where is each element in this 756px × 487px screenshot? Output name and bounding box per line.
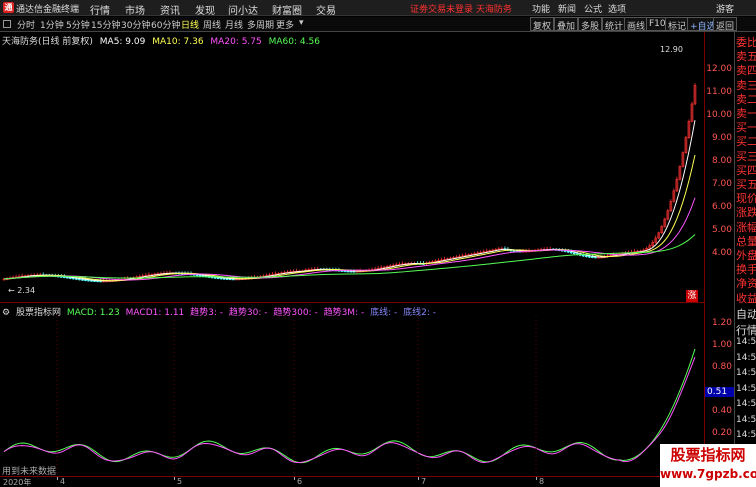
tick-time: 14:56	[736, 383, 756, 394]
candle-body	[591, 256, 594, 259]
multi-stock-button[interactable]: 多股	[578, 17, 603, 32]
mark-button[interactable]: 标记	[665, 17, 690, 32]
menu-newsfeed[interactable]: 新闻	[558, 2, 576, 15]
indicator-tick: 0.80	[711, 362, 732, 372]
tick-time: 14:56	[736, 368, 756, 378]
ma20-line	[3, 197, 696, 281]
ma10-line	[3, 154, 696, 282]
title-bar: 通 通达信金融终端 行情 市场 资讯 发现 问小达 财富圈 交易 证劵交易未登录…	[0, 0, 756, 17]
tick-time: 14:56	[736, 399, 756, 409]
tab-multi-period[interactable]: 多周期	[247, 18, 274, 31]
candle-body	[585, 255, 588, 258]
price-tick: 11.00	[706, 87, 732, 97]
date-axis: 2020年 4 5 6 7 8	[0, 476, 704, 487]
candle-body	[572, 252, 576, 255]
indicator-tick: 0.40	[711, 406, 732, 416]
tab-15min[interactable]: 15分钟	[91, 18, 120, 31]
candle-body	[566, 250, 570, 253]
price-tick: 10.00	[706, 110, 732, 120]
draw-line-button[interactable]: 画线	[624, 17, 649, 32]
menu-quotes[interactable]: 行情	[90, 2, 110, 17]
tab-weekly[interactable]: 周线	[203, 18, 221, 31]
tab-1min[interactable]: 1分钟	[40, 18, 64, 31]
menu-trade[interactable]: 交易	[316, 2, 336, 17]
month-label: 5	[177, 477, 183, 486]
month-tick	[174, 477, 175, 480]
quote-side-panel: 委比 卖五 卖四 卖三 卖二 卖一 买一 买二 买三 买四 买五 现价 涨跌 涨幅 总量 外盘 换手 净资 收益 自…	[734, 32, 756, 487]
tab-intraday[interactable]: 分时	[17, 18, 35, 31]
panel-divider[interactable]	[0, 302, 704, 303]
menu-ask[interactable]: 问小达	[228, 2, 258, 17]
period-toolbar: 分时 1分钟 5分钟 15分钟 30分钟 60分钟 日线 周线 月线 多周期 更…	[0, 17, 756, 32]
price-tick: 6.00	[711, 202, 732, 212]
menu-function[interactable]: 功能	[532, 2, 550, 15]
app-title: 通达信金融终端	[16, 5, 80, 15]
macd-line	[3, 348, 696, 464]
menu-guest[interactable]: 游客	[716, 2, 734, 15]
tab-more[interactable]: 更多	[276, 18, 294, 31]
indicator-tick: 0.20	[711, 428, 732, 438]
menu-discover[interactable]: 发现	[195, 2, 215, 17]
tab-monthly[interactable]: 月线	[225, 18, 243, 31]
watermark: 股票指标网 www.7gpzb.com	[660, 444, 756, 487]
month-label: 6	[297, 477, 303, 486]
year-label: 2020年	[3, 478, 32, 487]
adjust-button[interactable]: 复权	[530, 17, 555, 32]
side-quote-label: 收益	[736, 291, 756, 305]
month-label: 7	[421, 477, 427, 486]
indicator-chart[interactable]	[0, 316, 704, 476]
low-price-label: ← 2.34	[8, 286, 36, 295]
month-label: 4	[60, 477, 66, 486]
tick-time: 14:56	[736, 337, 756, 347]
auto-quote-label[interactable]: 自动	[736, 306, 756, 322]
indicator-tick: 1.00	[711, 340, 732, 350]
tick-time: 14:56	[736, 430, 756, 440]
month-tick	[294, 477, 295, 480]
candle-body	[569, 251, 573, 254]
tab-60min[interactable]: 60分钟	[151, 18, 180, 31]
price-tick: 5.00	[711, 225, 732, 235]
month-label: 8	[539, 477, 545, 486]
overlay-button[interactable]: 叠加	[554, 17, 579, 32]
month-tick	[418, 477, 419, 480]
candle-body	[512, 250, 516, 252]
stats-button[interactable]: 统计	[602, 17, 627, 32]
toggle-panel-icon[interactable]	[3, 20, 11, 28]
back-button[interactable]: 返回	[713, 17, 738, 32]
menu-market[interactable]: 市场	[125, 2, 145, 17]
price-chart[interactable]	[0, 44, 704, 302]
watermark-url: www.7gpzb.com	[660, 467, 756, 481]
chevron-down-icon[interactable]: ▾	[299, 18, 304, 28]
up-badge: 涨	[686, 290, 698, 302]
menu-options[interactable]: 选项	[608, 2, 626, 15]
app-logo-icon: 通	[3, 2, 14, 13]
auto-quote-label[interactable]: 行情	[736, 322, 756, 338]
price-tick: 9.00	[711, 133, 732, 143]
price-tick: 7.00	[711, 179, 732, 189]
high-price-label: 12.90	[660, 45, 683, 54]
tick-time: 14:56	[736, 414, 756, 425]
candle-body	[582, 254, 585, 257]
login-notice: 证劵交易未登录 天海防务	[410, 5, 512, 15]
indicator-current-value: 0.51	[705, 387, 735, 397]
price-axis: 12.00 11.00 10.00 9.00 8.00 7.00 6.00 5.…	[704, 32, 734, 302]
tab-5min[interactable]: 5分钟	[66, 18, 90, 31]
menu-news[interactable]: 资讯	[160, 2, 180, 17]
tab-daily[interactable]: 日线	[181, 18, 199, 31]
menu-wealth[interactable]: 财富圈	[272, 2, 302, 17]
price-tick: 12.00	[706, 64, 732, 74]
candle-body	[588, 256, 591, 258]
tab-30min[interactable]: 30分钟	[121, 18, 150, 31]
low-price-value: 2.34	[17, 286, 36, 295]
menu-formula[interactable]: 公式	[584, 2, 602, 15]
month-tick	[536, 477, 537, 480]
month-tick	[57, 477, 58, 480]
tick-time: 14:56	[736, 352, 756, 363]
watermark-title: 股票指标网	[670, 446, 746, 464]
price-tick: 4.00	[711, 248, 732, 258]
price-tick: 8.00	[711, 156, 732, 166]
indicator-tick: 1.20	[711, 318, 732, 328]
